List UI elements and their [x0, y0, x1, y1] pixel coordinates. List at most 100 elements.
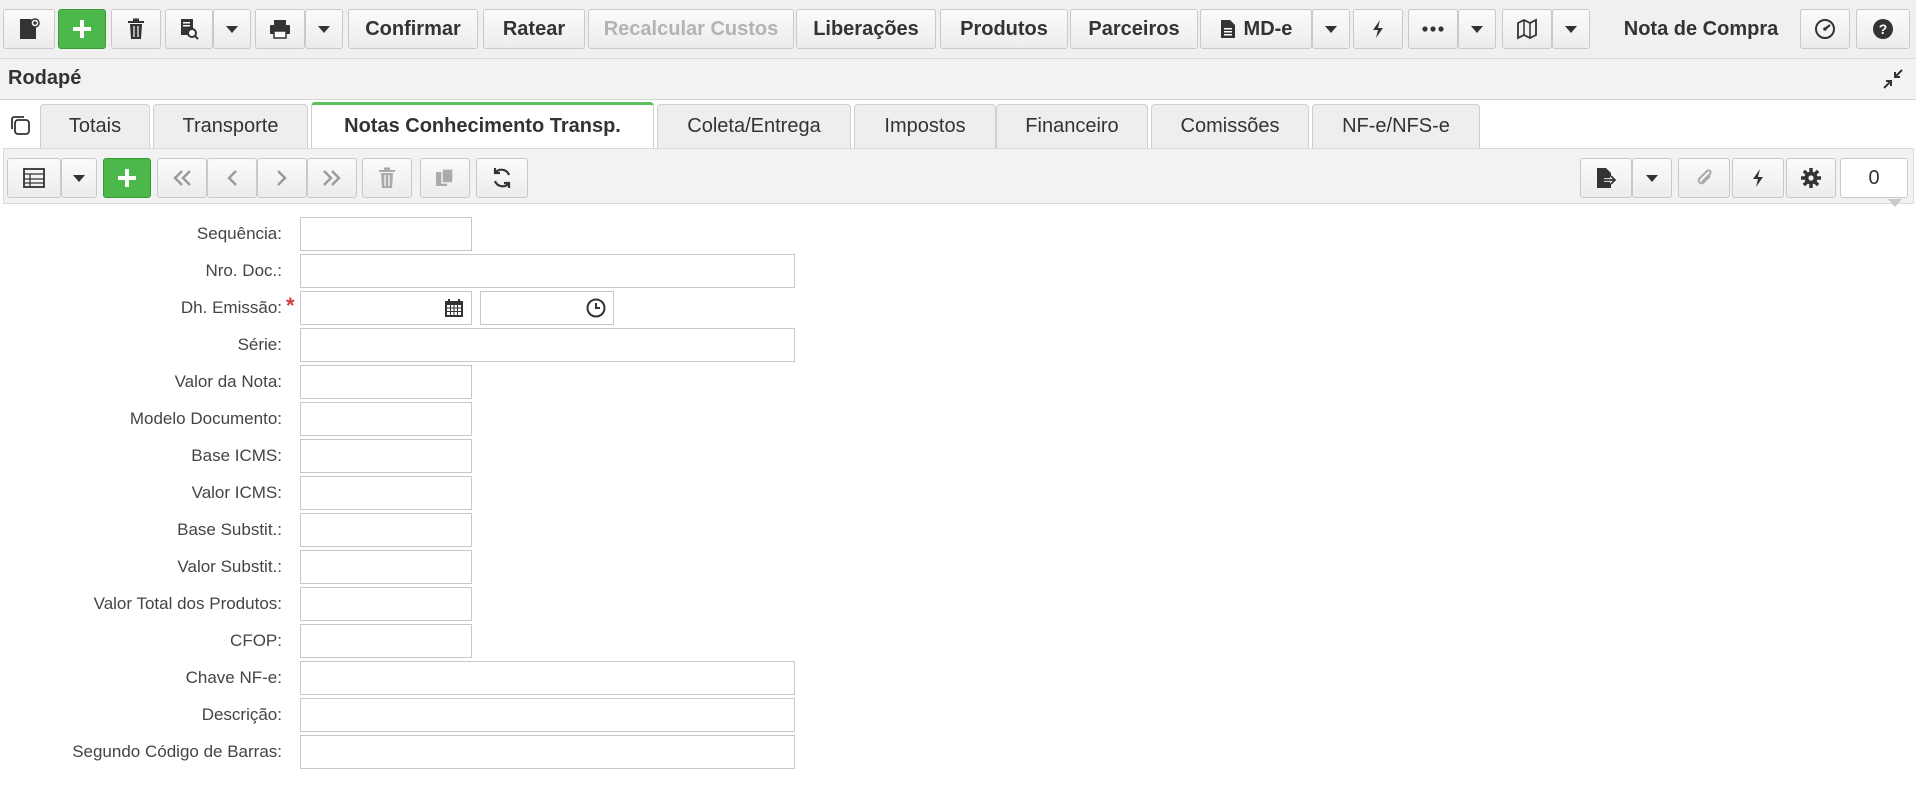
search-dropdown-button[interactable]: [213, 9, 251, 49]
next-icon: [277, 170, 287, 186]
tab-bar: Totais Transporte Notas Conhecimento Tra…: [0, 100, 1916, 148]
form-row-chave-nfe: Chave NF-e:: [0, 661, 800, 695]
attach-button[interactable]: [1678, 158, 1730, 198]
rate-button[interactable]: Ratear: [483, 9, 585, 49]
prev-icon: [227, 170, 237, 186]
form-row-nro-doc: Nro. Doc.:: [0, 254, 800, 288]
print-dropdown-button[interactable]: [305, 9, 343, 49]
main-toolbar: Confirmar Ratear Recalcular Custos Liber…: [0, 0, 1916, 58]
help-button[interactable]: ?: [1856, 9, 1910, 49]
tab-impostos[interactable]: Impostos: [854, 104, 996, 148]
dashboard-icon: [1815, 19, 1835, 39]
help-icon: ?: [1873, 19, 1893, 39]
form-row-descricao: Descrição:: [0, 698, 800, 732]
trash-icon: [128, 18, 144, 39]
descricao-label: Descrição:: [201, 705, 282, 724]
chevron-down-icon: [318, 25, 330, 33]
clock-icon[interactable]: [586, 298, 606, 318]
valor-substit-input[interactable]: [300, 550, 472, 584]
tab-financeiro[interactable]: Financeiro: [996, 104, 1148, 148]
base-icms-input[interactable]: [300, 439, 472, 473]
more-dropdown-button[interactable]: [1458, 9, 1496, 49]
valor-total-produtos-input[interactable]: [300, 587, 472, 621]
new-document-icon: [20, 18, 40, 39]
grid-toolbar: 0: [3, 148, 1914, 207]
export-button[interactable]: [1580, 158, 1632, 198]
form-row-serie: Série:: [0, 328, 800, 362]
chevron-down-icon: [73, 174, 85, 182]
delete-record-button[interactable]: [362, 158, 412, 198]
grid-icon: [23, 168, 45, 188]
print-button[interactable]: [255, 9, 305, 49]
tab-nfe-nfse[interactable]: NF-e/NFS-e: [1312, 104, 1480, 148]
last-icon: [323, 170, 341, 186]
add-record-button[interactable]: [103, 158, 151, 198]
tab-transporte[interactable]: Transporte: [153, 104, 308, 148]
tab-notas-conhecimento-transp[interactable]: Notas Conhecimento Transp.: [311, 102, 654, 148]
chave-nfe-input[interactable]: [300, 661, 795, 695]
releases-button[interactable]: Liberações: [796, 9, 936, 49]
mde-label: MD-e: [1243, 17, 1293, 40]
descricao-input[interactable]: [300, 698, 795, 732]
copy-button[interactable]: [8, 113, 32, 142]
mde-dropdown-button[interactable]: [1312, 9, 1350, 49]
map-dropdown-button[interactable]: [1552, 9, 1590, 49]
partners-button[interactable]: Parceiros: [1070, 9, 1198, 49]
grid-view-dropdown-button[interactable]: [61, 158, 97, 198]
refresh-icon: [493, 168, 511, 188]
refresh-button[interactable]: [476, 158, 528, 198]
chevron-down-icon: [1325, 25, 1337, 33]
first-record-button[interactable]: [157, 158, 207, 198]
grid-actions-button[interactable]: [1732, 158, 1784, 198]
recalculate-costs-button[interactable]: Recalcular Custos: [588, 9, 794, 49]
settings-button[interactable]: [1786, 158, 1836, 198]
map-button[interactable]: [1502, 9, 1552, 49]
cfop-input[interactable]: [300, 624, 472, 658]
grid-view-button[interactable]: [7, 158, 61, 198]
valor-substit-label: Valor Substit.:: [177, 557, 282, 576]
confirm-button[interactable]: Confirmar: [348, 9, 478, 49]
attach-icon: [1697, 169, 1712, 185]
products-button[interactable]: Produtos: [940, 9, 1068, 49]
sequencia-input[interactable]: [300, 217, 472, 251]
export-dropdown-button[interactable]: [1632, 158, 1672, 198]
base-icms-label: Base ICMS:: [191, 446, 282, 465]
tab-comissoes[interactable]: Comissões: [1151, 104, 1309, 148]
chevron-down-icon: [1646, 174, 1658, 182]
mde-button[interactable]: MD-e: [1200, 9, 1312, 49]
nro-doc-input[interactable]: [300, 254, 795, 288]
base-substit-input[interactable]: [300, 513, 472, 547]
last-record-button[interactable]: [307, 158, 357, 198]
form-row-modelo-documento: Modelo Documento:: [0, 402, 700, 436]
add-button[interactable]: [58, 9, 106, 49]
sequencia-label: Sequência:: [196, 224, 282, 243]
duplicate-record-button[interactable]: [420, 158, 470, 198]
valor-nota-input[interactable]: [300, 365, 472, 399]
previous-record-button[interactable]: [207, 158, 257, 198]
more-button[interactable]: [1408, 9, 1458, 49]
next-record-button[interactable]: [257, 158, 307, 198]
new-document-button[interactable]: [3, 9, 55, 49]
counter-pointer: [1888, 199, 1902, 207]
form-row-base-substit: Base Substit.:: [0, 513, 700, 547]
map-icon: [1517, 18, 1537, 40]
valor-icms-label: Valor ICMS:: [191, 483, 282, 502]
tab-coleta-entrega[interactable]: Coleta/Entrega: [657, 104, 851, 148]
tab-totais[interactable]: Totais: [40, 104, 150, 148]
search-document-button[interactable]: [165, 9, 213, 49]
actions-button[interactable]: [1353, 9, 1403, 49]
valor-total-produtos-label: Valor Total dos Produtos:: [93, 594, 282, 613]
valor-icms-input[interactable]: [300, 476, 472, 510]
serie-input[interactable]: [300, 328, 795, 362]
cfop-label: CFOP:: [230, 631, 282, 650]
delete-button[interactable]: [111, 9, 161, 49]
segundo-codigo-barras-input[interactable]: [300, 735, 795, 769]
segundo-codigo-barras-label: Segundo Código de Barras:: [72, 742, 282, 761]
dashboard-button[interactable]: [1800, 9, 1850, 49]
modelo-documento-label: Modelo Documento:: [129, 409, 282, 428]
print-icon: [270, 20, 290, 39]
modelo-documento-input[interactable]: [300, 402, 472, 436]
bolt-icon: [1753, 169, 1763, 187]
collapse-button[interactable]: [1882, 68, 1904, 95]
calendar-icon[interactable]: [444, 298, 464, 318]
